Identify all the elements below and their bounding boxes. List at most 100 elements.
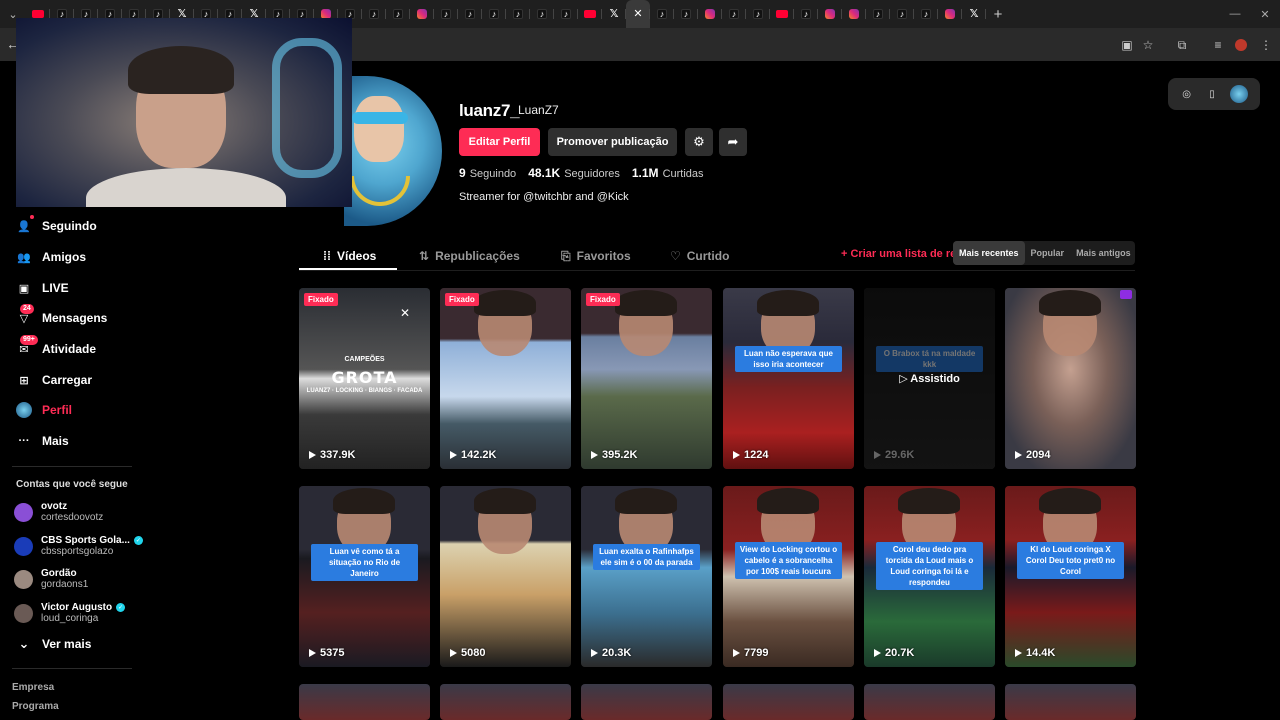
- user-avatar[interactable]: [1230, 85, 1249, 103]
- share-icon[interactable]: ➦: [719, 128, 747, 156]
- close-window-icon[interactable]: ✕: [1252, 0, 1278, 28]
- video-thumbnail[interactable]: View do Locking cortou o cabelo é a sobr…: [723, 486, 854, 667]
- video-thumbnail[interactable]: [1005, 684, 1136, 720]
- sort-oldest-button[interactable]: Mais antigos: [1070, 241, 1137, 265]
- compass-icon[interactable]: ◎: [1180, 87, 1194, 101]
- video-caption: Corol deu dedo pra torcida da Loud mais …: [876, 542, 983, 590]
- video-thumbnail[interactable]: 2094: [1005, 288, 1136, 469]
- followed-account[interactable]: Victor Augusto ✓ loud_coringa: [14, 598, 126, 628]
- browser-tab[interactable]: ♪: [746, 0, 770, 28]
- browser-tab[interactable]: [698, 0, 722, 28]
- promote-post-button[interactable]: Promover publicação: [548, 128, 677, 156]
- profile-avatar[interactable]: [344, 76, 442, 226]
- browser-tab[interactable]: ♪: [890, 0, 914, 28]
- footer-link[interactable]: Empresa: [12, 682, 54, 693]
- browser-tab[interactable]: ♪: [362, 0, 386, 28]
- sort-latest-button[interactable]: Mais recentes: [953, 241, 1025, 265]
- tab-liked[interactable]: ♡ Curtido: [670, 243, 729, 269]
- video-thumbnail[interactable]: Fixado 395.2K: [581, 288, 712, 469]
- media-controls-icon[interactable]: ≡: [1210, 37, 1226, 53]
- following-stat[interactable]: 9 Seguindo: [459, 166, 516, 180]
- video-thumbnail[interactable]: Luan não esperava que isso iria acontece…: [723, 288, 854, 469]
- video-thumbnail[interactable]: [299, 684, 430, 720]
- video-thumbnail[interactable]: [581, 684, 712, 720]
- browser-tab[interactable]: [770, 0, 794, 28]
- video-thumbnail[interactable]: Corol deu dedo pra torcida da Loud mais …: [864, 486, 995, 667]
- sidebar-item-perfil[interactable]: Perfil: [16, 399, 72, 421]
- browser-tab[interactable]: ♪: [434, 0, 458, 28]
- video-thumbnail[interactable]: [440, 684, 571, 720]
- settings-gear-icon[interactable]: ⚙: [685, 128, 713, 156]
- view-count: 20.7K: [874, 647, 914, 659]
- video-thumbnail[interactable]: CAMPEÕES GROTA LUANZ7 · LOCKING · BIANGS ·…: [299, 288, 430, 469]
- video-thumbnail[interactable]: [864, 684, 995, 720]
- browser-tab[interactable]: ♪: [674, 0, 698, 28]
- tiktok-favicon-icon: ♪: [465, 9, 475, 19]
- video-thumbnail[interactable]: [723, 684, 854, 720]
- browser-tab[interactable]: ✕: [626, 0, 650, 28]
- new-tab-plus-icon[interactable]: +: [986, 6, 1010, 23]
- video-thumbnail[interactable]: 5080: [440, 486, 571, 667]
- browser-tab[interactable]: 𝕏: [962, 0, 986, 28]
- browser-tab[interactable]: ♪: [722, 0, 746, 28]
- sidebar-item-mais[interactable]: ··· Mais: [16, 430, 69, 452]
- account-name: Gordão: [41, 568, 77, 579]
- browser-tab[interactable]: ♪: [914, 0, 938, 28]
- sidebar-item-atividade[interactable]: ✉ 99+ Atividade: [16, 335, 96, 360]
- view-count-value: 2094: [1026, 449, 1051, 461]
- browser-tab[interactable]: ♪: [482, 0, 506, 28]
- profile-icon[interactable]: [1233, 37, 1249, 53]
- browser-tab[interactable]: ♪: [530, 0, 554, 28]
- browser-tab[interactable]: [842, 0, 866, 28]
- minimize-icon[interactable]: —: [1222, 0, 1248, 28]
- browser-tab[interactable]: 𝕏: [602, 0, 626, 28]
- browser-tab[interactable]: ♪: [866, 0, 890, 28]
- browser-tab[interactable]: [578, 0, 602, 28]
- bookmark-star-icon[interactable]: ☆: [1140, 37, 1156, 53]
- sidebar-item-carregar[interactable]: ⊞ Carregar: [16, 369, 92, 391]
- tab-reposts[interactable]: ⇅ Republicações: [419, 243, 520, 269]
- cast-icon[interactable]: ▣: [1119, 37, 1135, 53]
- browser-tab[interactable]: ♪: [386, 0, 410, 28]
- sidebar-item-amigos[interactable]: 👥 Amigos: [16, 246, 86, 268]
- footer-link[interactable]: Programa: [12, 701, 59, 712]
- account-username: cortesdoovotz: [41, 512, 104, 523]
- browser-tab[interactable]: ♪: [794, 0, 818, 28]
- video-thumbnail[interactable]: Luan exalta o Rafinhafps ele sim é o 00 …: [581, 486, 712, 667]
- video-thumbnail[interactable]: Kl do Loud coringa X Corol Deu toto pret…: [1005, 486, 1136, 667]
- edit-profile-button[interactable]: Editar Perfil: [459, 128, 540, 156]
- sidebar-item-mensagens[interactable]: ▽ 24 Mensagens: [16, 304, 107, 329]
- followers-stat[interactable]: 48.1K Seguidores: [528, 166, 620, 180]
- video-thumbnail[interactable]: Fixado 142.2K: [440, 288, 571, 469]
- followed-account[interactable]: CBS Sports Gola... ✓ cbssportsgolazo: [14, 531, 143, 561]
- sort-toggle-group: Mais recentes Popular Mais antigos: [953, 241, 1135, 265]
- browser-tab[interactable]: ♪: [650, 0, 674, 28]
- followed-account[interactable]: ovotz cortesdoovotz: [14, 497, 103, 527]
- sort-popular-button[interactable]: Popular: [1025, 241, 1071, 265]
- video-thumbnail[interactable]: O Brabox tá na maldade kkk▷ Assistido29.…: [864, 288, 995, 469]
- create-list-button[interactable]: + Criar uma lista de re: [841, 248, 956, 260]
- sidebar-item-seguindo[interactable]: 👤 Seguindo: [16, 215, 97, 237]
- likes-stat: 1.1M Curtidas: [632, 166, 704, 180]
- followed-account[interactable]: Gordão gordaons1: [14, 564, 88, 594]
- browser-tab[interactable]: ♪: [554, 0, 578, 28]
- avatar: [14, 536, 33, 556]
- mobile-icon[interactable]: ▯: [1205, 87, 1219, 101]
- grid-icon: ⁞⁞: [323, 249, 331, 263]
- browser-tab[interactable]: [938, 0, 962, 28]
- tab-videos[interactable]: ⁞⁞ Vídeos: [323, 243, 376, 269]
- browser-tab[interactable]: [818, 0, 842, 28]
- browser-tab[interactable]: ♪: [458, 0, 482, 28]
- video-thumbnail[interactable]: Luan vê como tá a situação no Rio de Jan…: [299, 486, 430, 667]
- extensions-icon[interactable]: ⧉: [1174, 37, 1190, 53]
- sidebar-item-live[interactable]: ▣ LIVE: [16, 277, 69, 299]
- browser-menu-icon[interactable]: ⋮: [1258, 37, 1274, 53]
- instagram-favicon-icon: [945, 9, 955, 19]
- tab-favorites[interactable]: ⎘ Favoritos: [561, 243, 631, 269]
- browser-tab[interactable]: ♪: [506, 0, 530, 28]
- tiktok-favicon-icon: ♪: [921, 9, 931, 19]
- messages-icon: ▽ 24: [16, 304, 34, 326]
- browser-tab[interactable]: [410, 0, 434, 28]
- see-more-button[interactable]: ⌄ Ver mais: [16, 633, 92, 655]
- sidebar-item-label: LIVE: [42, 281, 69, 295]
